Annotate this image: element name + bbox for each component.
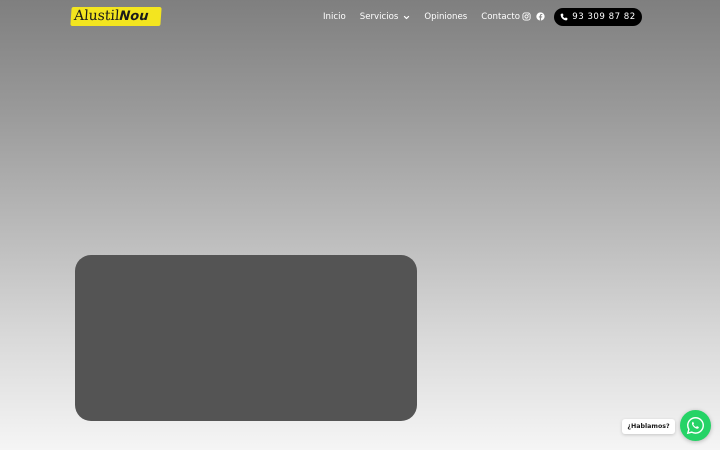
nav-item-label: Opiniones xyxy=(424,12,468,22)
main-nav: Inicio Servicios Opiniones Contacto xyxy=(323,10,520,24)
video-placeholder[interactable] xyxy=(75,255,417,421)
logo[interactable]: Alustil Nou xyxy=(70,7,162,26)
nav-item-label: Inicio xyxy=(323,12,346,22)
phone-number: 93 309 87 82 xyxy=(572,12,636,22)
chat-prompt[interactable]: ¿Hablamos? xyxy=(622,419,675,434)
chevron-down-icon xyxy=(404,15,410,19)
nav-item-opiniones[interactable]: Opiniones xyxy=(424,12,467,22)
instagram-icon[interactable] xyxy=(522,12,531,21)
nav-item-inicio[interactable]: Inicio xyxy=(323,12,346,22)
nav-item-contacto[interactable]: Contacto xyxy=(481,12,520,22)
phone-icon xyxy=(560,13,568,21)
whatsapp-button[interactable] xyxy=(680,410,711,441)
nav-item-servicios[interactable]: Servicios xyxy=(360,12,411,22)
whatsapp-icon xyxy=(686,417,704,435)
site-header: Alustil Nou Inicio Servicios Opiniones Co… xyxy=(0,0,720,34)
phone-button[interactable]: 93 309 87 82 xyxy=(554,8,642,26)
nav-item-label: Contacto xyxy=(481,12,520,22)
logo-text-nou: Nou xyxy=(118,9,149,24)
social-links xyxy=(522,12,545,21)
facebook-icon[interactable] xyxy=(536,12,545,21)
nav-item-label: Servicios xyxy=(359,12,399,22)
logo-text-alustil: Alustil xyxy=(73,8,120,24)
